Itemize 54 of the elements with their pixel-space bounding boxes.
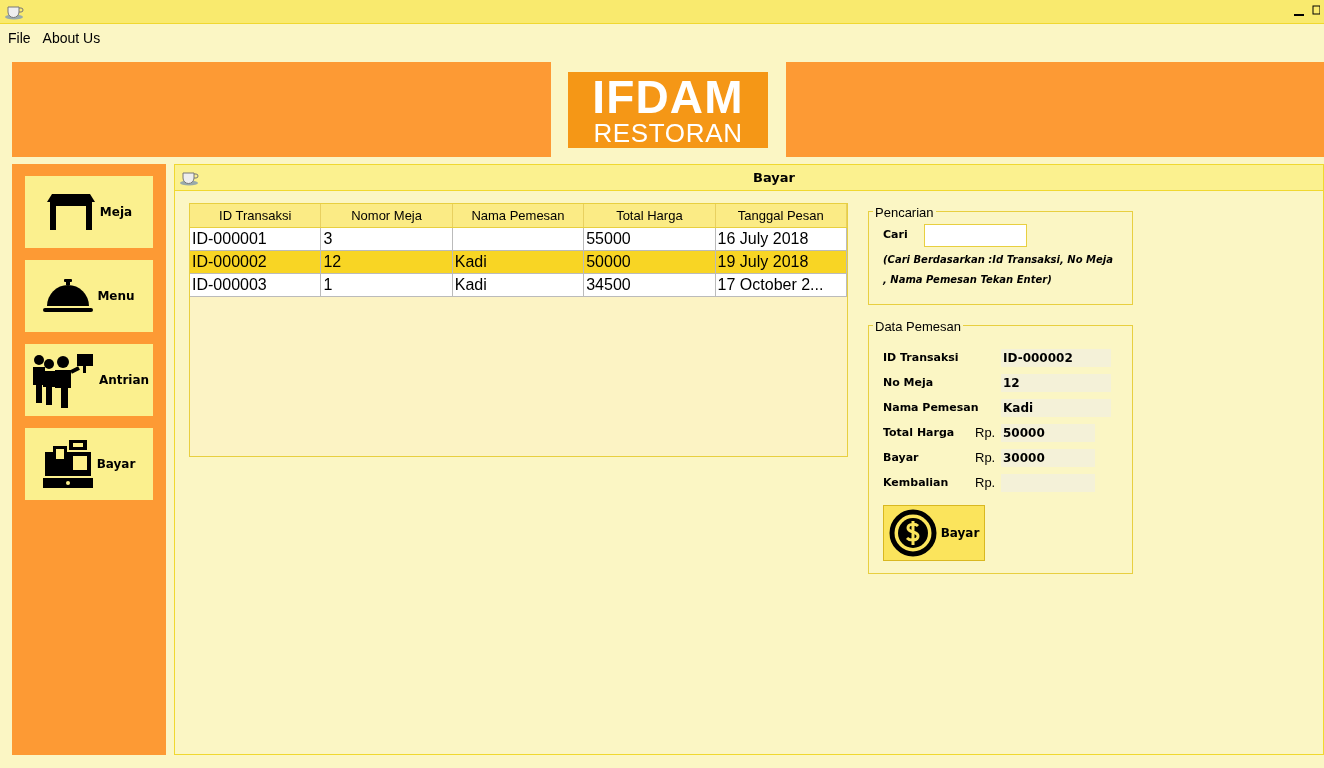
table-cell-text: 55000 [586, 229, 631, 249]
field-label: No Meja [883, 374, 935, 391]
currency-label: Rp. [975, 475, 996, 491]
table-cell-text: ID-000003 [192, 275, 267, 295]
column-header[interactable]: Nama Pemesan [452, 204, 585, 227]
table-cell-text: 34500 [586, 275, 631, 295]
column-header[interactable]: ID Transaksi [190, 204, 322, 227]
field-label: Cari [883, 227, 908, 244]
table-cell-text: 3 [323, 229, 333, 249]
pay-button[interactable]: Bayar [883, 505, 985, 561]
sidebar-button[interactable]: Meja [25, 176, 153, 248]
cash-register-icon [42, 440, 93, 488]
field-label: Bayar [883, 449, 920, 466]
table-cell-text: ID-000001 [192, 229, 267, 249]
column-header[interactable]: Total Harga [584, 204, 716, 227]
cup-icon [179, 169, 199, 186]
cup-icon [4, 3, 24, 20]
search-hint: (Cari Berdasarkan :Id Transaksi, No Meja , Nama Pemesan Tekan Enter) [883, 253, 1114, 287]
value-field[interactable]: 12 [1001, 374, 1111, 392]
dollar-coin-icon [888, 509, 937, 557]
table-cell-text: 12 [323, 252, 342, 272]
bell-icon [43, 278, 94, 314]
value-field[interactable]: 50000 [1001, 424, 1095, 442]
logo-title: IFDAM [592, 73, 744, 120]
field-label: ID Transaksi [883, 349, 960, 366]
table-cell-text: 17 October 2... [717, 275, 824, 295]
table-cell-text: 50000 [586, 252, 631, 272]
sidebar-button[interactable]: Antrian [25, 344, 153, 416]
search-field[interactable] [923, 224, 1027, 247]
table-cell-text: ID-000002 [192, 252, 267, 272]
table-row[interactable]: ID-000001 3 55000 16 July 2018 [190, 228, 847, 251]
table-row[interactable]: ID-000003 1 Kadi 34500 17 October 2... [190, 274, 847, 297]
table-cell-text: Kadi [454, 252, 487, 272]
value-field[interactable]: Kadi [1001, 399, 1111, 417]
sidebar-button[interactable]: Menu [25, 260, 153, 332]
field-label: Total Harga [883, 424, 956, 441]
table-cell-text: 16 July 2018 [717, 229, 809, 249]
table-row[interactable]: ID-000002 12 Kadi 50000 19 July 2018 [190, 251, 847, 274]
frame-title: Bayar [753, 168, 795, 187]
menu-item[interactable]: About Us [42, 27, 101, 49]
menu-item[interactable]: File [8, 27, 31, 49]
table-icon [45, 192, 96, 232]
table-cell-text: Kadi [454, 275, 487, 295]
table-cell-text: 1 [323, 275, 333, 295]
field-label: Kembalian [883, 474, 950, 491]
logo-subtitle: RESTORAN [593, 119, 743, 146]
sidebar-button[interactable]: Bayar [25, 428, 153, 500]
column-header[interactable]: Tanggal Pesan [715, 204, 847, 227]
column-header[interactable]: Nomor Meja [321, 204, 453, 227]
currency-label: Rp. [975, 425, 996, 441]
value-field[interactable]: ID-000002 [1001, 349, 1111, 367]
currency-label: Rp. [975, 450, 996, 466]
value-field[interactable]: 30000 [1001, 449, 1095, 467]
table-cell-text: 19 July 2018 [717, 252, 809, 272]
